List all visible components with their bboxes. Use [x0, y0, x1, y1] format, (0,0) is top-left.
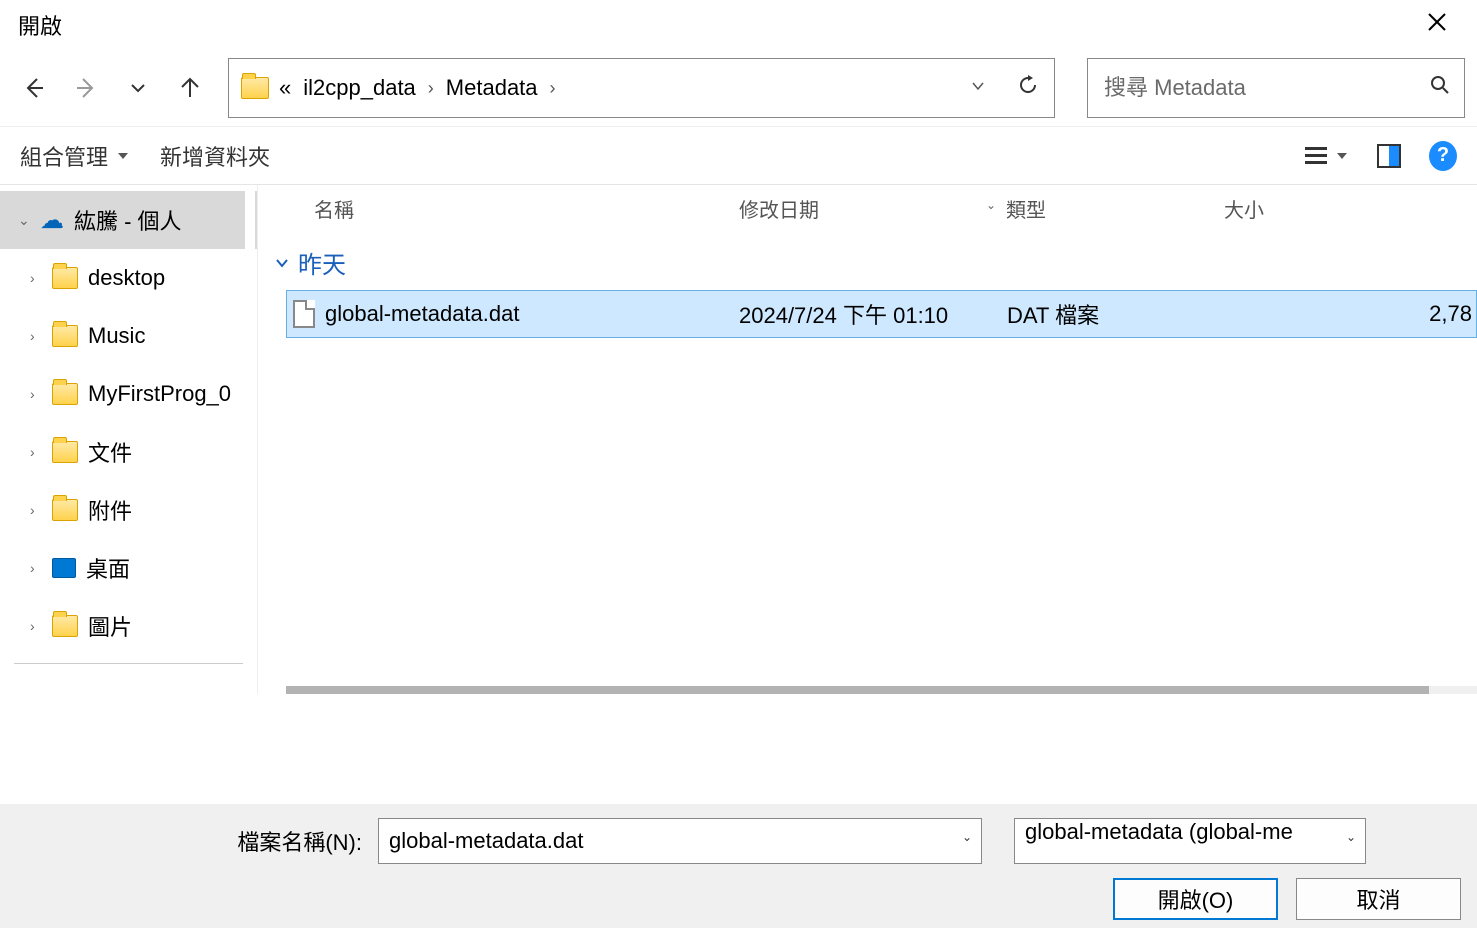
desktop-icon	[52, 558, 76, 578]
tree-label: 紘騰 - 個人	[74, 204, 182, 236]
address-bar[interactable]: « il2cpp_data › Metadata ›	[228, 58, 1055, 118]
file-size: 2,78	[1225, 301, 1476, 327]
organize-menu[interactable]: 組合管理	[20, 140, 130, 172]
column-date-label: 修改日期	[739, 200, 819, 222]
folder-icon	[52, 441, 78, 463]
tree-item-myfirstprog[interactable]: › MyFirstProg_0	[0, 365, 257, 423]
file-list-area: 名稱 修改日期 ⌄ 類型 大小 昨天 global-metadata.dat 2…	[258, 185, 1477, 694]
file-date: 2024/7/24 下午 01:10	[739, 298, 1007, 330]
tree-item-desktop[interactable]: › desktop	[0, 249, 257, 307]
preview-pane-icon	[1377, 144, 1401, 168]
horizontal-scrollbar[interactable]	[286, 686, 1477, 694]
tree-label: Music	[88, 323, 145, 349]
file-icon	[293, 300, 315, 328]
tree-separator	[14, 663, 243, 664]
organize-label: 組合管理	[20, 140, 108, 172]
chevron-right-icon: ›	[428, 78, 434, 99]
open-button[interactable]: 開啟(O)	[1113, 878, 1278, 920]
folder-icon	[52, 325, 78, 347]
tree-item-documents[interactable]: › 文件	[0, 423, 257, 481]
file-type-filter[interactable]: global-metadata (global-me ⌄	[1014, 818, 1366, 864]
chevron-down-icon[interactable]: ⌄	[986, 198, 996, 212]
column-type[interactable]: 類型	[1006, 194, 1224, 223]
folder-icon	[52, 383, 78, 405]
forward-button[interactable]	[64, 66, 108, 110]
tree-label: desktop	[88, 265, 165, 291]
help-icon: ?	[1429, 141, 1457, 171]
folder-icon	[52, 615, 78, 637]
folder-icon	[52, 267, 78, 289]
tree-label: 圖片	[88, 610, 132, 642]
chevron-right-icon: ›	[30, 560, 52, 576]
filename-label: 檔案名稱(N):	[0, 825, 370, 857]
cancel-button[interactable]: 取消	[1296, 878, 1461, 920]
filename-combo[interactable]: ⌄	[378, 818, 982, 864]
tree-label: 文件	[88, 436, 132, 468]
tree-label: 桌面	[86, 552, 130, 584]
folder-tree[interactable]: ⌄ ☁ 紘騰 - 個人 › desktop › Music › MyFirstP…	[0, 185, 258, 694]
group-header[interactable]: 昨天	[258, 233, 1477, 290]
new-folder-button[interactable]: 新增資料夾	[160, 140, 270, 172]
search-box[interactable]	[1087, 58, 1465, 118]
chevron-down-icon	[116, 149, 130, 163]
chevron-right-icon: ›	[30, 270, 52, 286]
breadcrumb-prefix: «	[279, 75, 291, 101]
chevron-right-icon: ›	[30, 618, 52, 634]
tree-label: 附件	[88, 494, 132, 526]
breadcrumb-segment[interactable]: il2cpp_data	[303, 75, 416, 101]
breadcrumb[interactable]: « il2cpp_data › Metadata ›	[279, 75, 556, 101]
recent-dropdown[interactable]	[116, 66, 160, 110]
column-name[interactable]: 名稱	[258, 194, 738, 223]
navigation-row: « il2cpp_data › Metadata ›	[0, 50, 1477, 126]
filename-input[interactable]	[378, 818, 982, 864]
tree-item-desktop-zh[interactable]: › 桌面	[0, 539, 257, 597]
main-area: ⌄ ☁ 紘騰 - 個人 › desktop › Music › MyFirstP…	[0, 184, 1477, 694]
chevron-down-icon: ⌄	[18, 212, 40, 229]
back-button[interactable]	[12, 66, 56, 110]
file-row[interactable]: global-metadata.dat 2024/7/24 下午 01:10 D…	[286, 290, 1477, 338]
column-date[interactable]: 修改日期 ⌄	[738, 194, 1006, 223]
dialog-title: 開啟	[18, 9, 62, 41]
help-button[interactable]: ?	[1429, 142, 1457, 170]
toolbar: 組合管理 新增資料夾 ?	[0, 126, 1477, 184]
list-view-icon	[1305, 147, 1327, 164]
search-input[interactable]	[1104, 75, 1448, 101]
folder-icon	[52, 499, 78, 521]
chevron-right-icon: ›	[30, 444, 52, 460]
breadcrumb-segment[interactable]: Metadata	[446, 75, 538, 101]
chevron-right-icon: ›	[30, 502, 52, 518]
chevron-right-icon: ›	[550, 78, 556, 99]
filter-value: global-metadata (global-me	[1014, 818, 1366, 864]
group-label: 昨天	[298, 245, 346, 280]
column-headers[interactable]: 名稱 修改日期 ⌄ 類型 大小	[258, 185, 1477, 233]
tree-item-music[interactable]: › Music	[0, 307, 257, 365]
file-type: DAT 檔案	[1007, 298, 1225, 330]
up-button[interactable]	[168, 66, 212, 110]
tree-item-attachments[interactable]: › 附件	[0, 481, 257, 539]
bottom-panel: 檔案名稱(N): ⌄ global-metadata (global-me ⌄ …	[0, 804, 1477, 928]
chevron-down-icon	[274, 255, 290, 271]
file-name-cell: global-metadata.dat	[287, 300, 739, 328]
tree-item-pictures[interactable]: › 圖片	[0, 597, 257, 655]
preview-pane-button[interactable]	[1375, 142, 1403, 170]
new-folder-label: 新增資料夾	[160, 140, 270, 172]
file-name: global-metadata.dat	[325, 301, 519, 327]
column-size[interactable]: 大小	[1224, 194, 1477, 223]
close-icon[interactable]	[1415, 2, 1459, 48]
title-bar: 開啟	[0, 0, 1477, 50]
folder-icon	[241, 77, 269, 99]
refresh-icon[interactable]	[1016, 73, 1040, 104]
chevron-right-icon: ›	[30, 328, 52, 344]
cloud-icon: ☁	[40, 206, 64, 235]
address-dropdown[interactable]	[970, 78, 986, 99]
tree-label: MyFirstProg_0	[88, 381, 231, 407]
chevron-right-icon: ›	[30, 386, 52, 402]
chevron-down-icon	[1335, 149, 1349, 163]
view-menu[interactable]	[1305, 142, 1349, 170]
tree-item-onedrive[interactable]: ⌄ ☁ 紘騰 - 個人	[0, 191, 257, 249]
search-icon[interactable]	[1430, 75, 1450, 101]
